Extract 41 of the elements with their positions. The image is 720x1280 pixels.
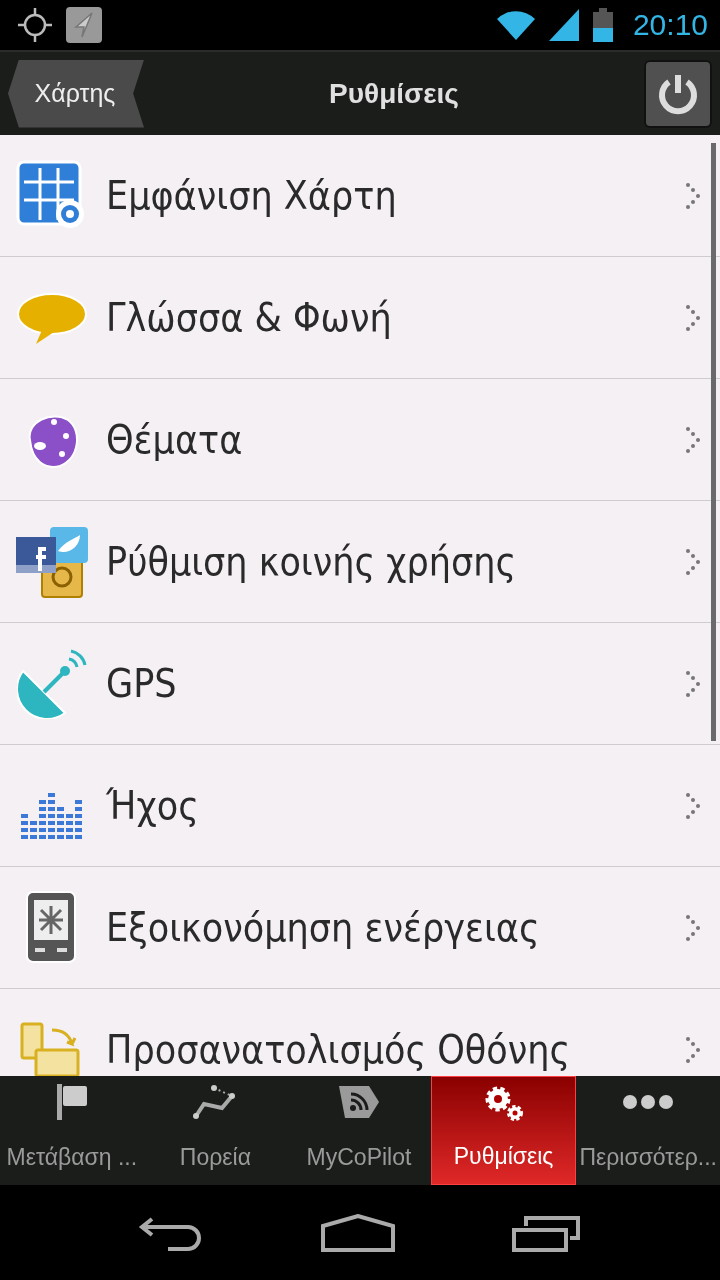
wifi-icon (496, 10, 535, 40)
tab[interactable]: MyCoPilot (287, 1076, 431, 1185)
screen-title: Ρυθμίσεις (328, 77, 460, 110)
chevron-icon (686, 182, 700, 209)
settings-label: Ρύθμιση κοινής χρήσης (106, 539, 518, 584)
home-icon[interactable] (321, 1213, 395, 1252)
chevron-icon (686, 792, 700, 819)
gps-icon (18, 8, 52, 42)
feed-icon (339, 1084, 379, 1120)
phone-icon (25, 889, 79, 966)
chevron-icon (686, 426, 700, 453)
tab[interactable]: Περισσότερ... (576, 1076, 720, 1185)
chevron-icon (686, 914, 700, 941)
chevron-icon (686, 548, 700, 575)
settings-label: Εξοικονόμηση ενέργειας (106, 905, 541, 950)
settings-label: Θέματα (106, 417, 244, 462)
chevron-icon (686, 1036, 700, 1063)
recent-apps-icon[interactable] (511, 1213, 582, 1252)
power-icon (657, 72, 699, 115)
settings-label: Προσανατολισμός Οθόνης (106, 1027, 572, 1072)
chevron-icon (686, 304, 700, 331)
settings-label: Γλώσσα & Φωνή (106, 295, 393, 340)
navigation-app-icon (66, 7, 102, 43)
flag-icon (54, 1084, 89, 1120)
settings-item[interactable]: Ήχος (0, 745, 720, 867)
chevron-icon (686, 670, 700, 697)
signal-icon (548, 9, 579, 41)
settings-label: GPS (106, 661, 178, 706)
tab[interactable]: Ρυθμίσεις (430, 1076, 577, 1185)
social-sharing-icon (16, 524, 88, 599)
settings-label: Εμφάνιση Χάρτη (106, 173, 398, 218)
clock-time: 20:10 (632, 8, 708, 42)
tab[interactable]: Πορεία (143, 1076, 288, 1185)
tab[interactable]: Μετάβαση ... (0, 1076, 144, 1185)
settings-item[interactable]: Εξοικονόμηση ενέργειας (0, 867, 720, 989)
satellite-dish-icon (17, 648, 87, 719)
battery-icon (592, 8, 613, 42)
back-button[interactable]: Χάρτης (8, 59, 144, 128)
settings-label: Ήχος (106, 783, 200, 828)
power-button[interactable] (644, 59, 712, 128)
settings-item[interactable]: Εμφάνιση Χάρτη (0, 135, 720, 257)
